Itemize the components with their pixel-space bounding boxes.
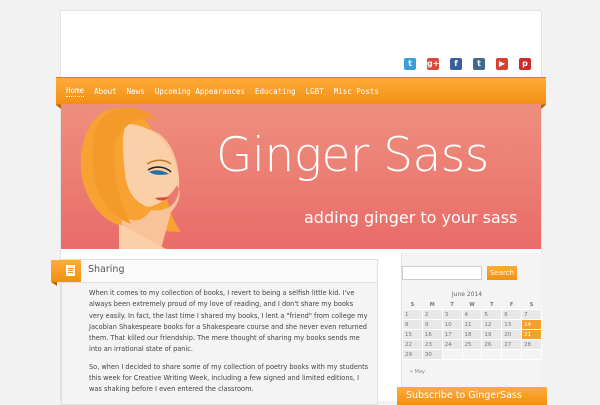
calendar-day — [461, 349, 483, 360]
main-nav: Home About News Upcoming Appearances Educati… — [56, 77, 546, 109]
calendar-day[interactable]: 14 — [521, 319, 542, 330]
post-paragraph: When it comes to my collection of books,… — [89, 289, 368, 354]
facebook-glyph: f — [454, 59, 458, 68]
subscribe-heading: Subscribe to GingerSass — [397, 387, 547, 405]
post-format-tab — [51, 260, 81, 286]
calendar-day: 5 — [481, 309, 503, 320]
post-paragraph: So, when I decided to share some of my c… — [89, 362, 369, 394]
search-button[interactable]: Search — [487, 266, 517, 280]
twitter-icon[interactable]: t — [404, 58, 416, 70]
calendar-day: 1 — [402, 309, 423, 320]
calendar-day — [481, 349, 503, 360]
calendar: S M T W T F S 1 2 3 4 5 6 7 8 9 10 11 12 13 14 15 16 17 18 19 20 21… — [402, 300, 542, 360]
site-tagline: adding ginger to your sass — [304, 208, 518, 227]
calendar-day: 8 — [402, 319, 423, 330]
calendar-day: 25 — [461, 339, 483, 350]
search-input[interactable] — [402, 266, 482, 280]
calendar-day — [521, 349, 542, 360]
social-icons: t g+ f t ▶ p — [404, 58, 531, 70]
calendar-day — [441, 349, 463, 360]
google-plus-icon[interactable]: g+ — [427, 58, 439, 70]
calendar-day-header: S — [529, 301, 534, 308]
nav-item-news[interactable]: News — [127, 87, 145, 96]
calendar-day: 16 — [421, 329, 443, 340]
calendar-day: 7 — [521, 309, 542, 320]
calendar-day: 15 — [402, 329, 423, 340]
calendar-caption: June 2014 — [451, 291, 483, 298]
calendar-day: 27 — [501, 339, 523, 350]
youtube-glyph: ▶ — [498, 59, 506, 68]
calendar-day-header: M — [429, 301, 435, 308]
calendar-day: 22 — [402, 339, 423, 350]
calendar-day: 11 — [461, 319, 483, 330]
twitter-glyph: t — [408, 59, 412, 68]
nav-item-misc-posts[interactable]: Misc Posts — [334, 87, 379, 96]
banner[interactable]: Ginger Sass adding ginger to your sass — [61, 104, 541, 249]
nav-item-lgbt[interactable]: LGBT — [306, 87, 324, 96]
calendar-prev-link[interactable]: « May — [410, 369, 425, 375]
header-bar: t g+ f t ▶ p — [61, 11, 541, 77]
sidebar: Search June 2014 S M T W T F S 1 2 3 4 5 6 7 8 9 10 11 12 1… — [397, 253, 547, 405]
nav-item-upcoming-appearances[interactable]: Upcoming Appearances — [155, 87, 245, 96]
calendar-day-header: F — [509, 301, 514, 308]
calendar-day: 12 — [481, 319, 503, 330]
calendar-day: 23 — [421, 339, 443, 350]
calendar-day: 13 — [501, 319, 523, 330]
page: t g+ f t ▶ p Home About News Upcoming Appearance… — [51, 10, 547, 405]
woman-illustration-icon — [80, 107, 181, 249]
calendar-day-header: W — [469, 301, 475, 308]
calendar-day[interactable]: 21 — [521, 329, 542, 340]
post-header: Sharing — [51, 260, 377, 286]
nav-item-about[interactable]: About — [94, 87, 117, 96]
calendar-day: 3 — [441, 309, 463, 320]
google-plus-glyph: g+ — [427, 59, 440, 68]
calendar-day-header: T — [490, 301, 494, 308]
calendar-day: 17 — [441, 329, 463, 340]
post-title[interactable]: Sharing — [88, 264, 124, 275]
calendar-day: 24 — [441, 339, 463, 350]
tumblr-icon[interactable]: t — [473, 58, 485, 70]
calendar-day: 4 — [461, 309, 483, 320]
post: Sharing When it comes to my collection o… — [51, 259, 378, 405]
calendar-day: 2 — [421, 309, 443, 320]
calendar-day: 9 — [421, 319, 443, 330]
site-title[interactable]: Ginger Sass — [216, 128, 489, 183]
document-icon — [66, 265, 75, 276]
tumblr-glyph: t — [477, 59, 481, 68]
post-body: When it comes to my collection of books,… — [89, 288, 369, 402]
calendar-day: 29 — [402, 349, 423, 360]
calendar-day: 30 — [421, 349, 443, 360]
pinterest-icon[interactable]: p — [519, 58, 531, 70]
nav-item-educating[interactable]: Educating — [255, 87, 296, 96]
calendar-day: 19 — [481, 329, 503, 340]
calendar-day: 26 — [481, 339, 503, 350]
calendar-day-header: S — [410, 301, 415, 308]
calendar-day — [501, 349, 523, 360]
calendar-day: 18 — [461, 329, 483, 340]
facebook-icon[interactable]: f — [450, 58, 462, 70]
pinterest-glyph: p — [522, 59, 528, 68]
youtube-icon[interactable]: ▶ — [496, 58, 508, 70]
calendar-day: 20 — [501, 329, 523, 340]
nav-item-home[interactable]: Home — [66, 86, 85, 97]
calendar-day: 6 — [501, 309, 523, 320]
main-content: Sharing When it comes to my collection o… — [51, 249, 378, 405]
calendar-day: 28 — [521, 339, 542, 350]
calendar-day: 10 — [441, 319, 463, 330]
calendar-day-header: T — [450, 301, 454, 308]
